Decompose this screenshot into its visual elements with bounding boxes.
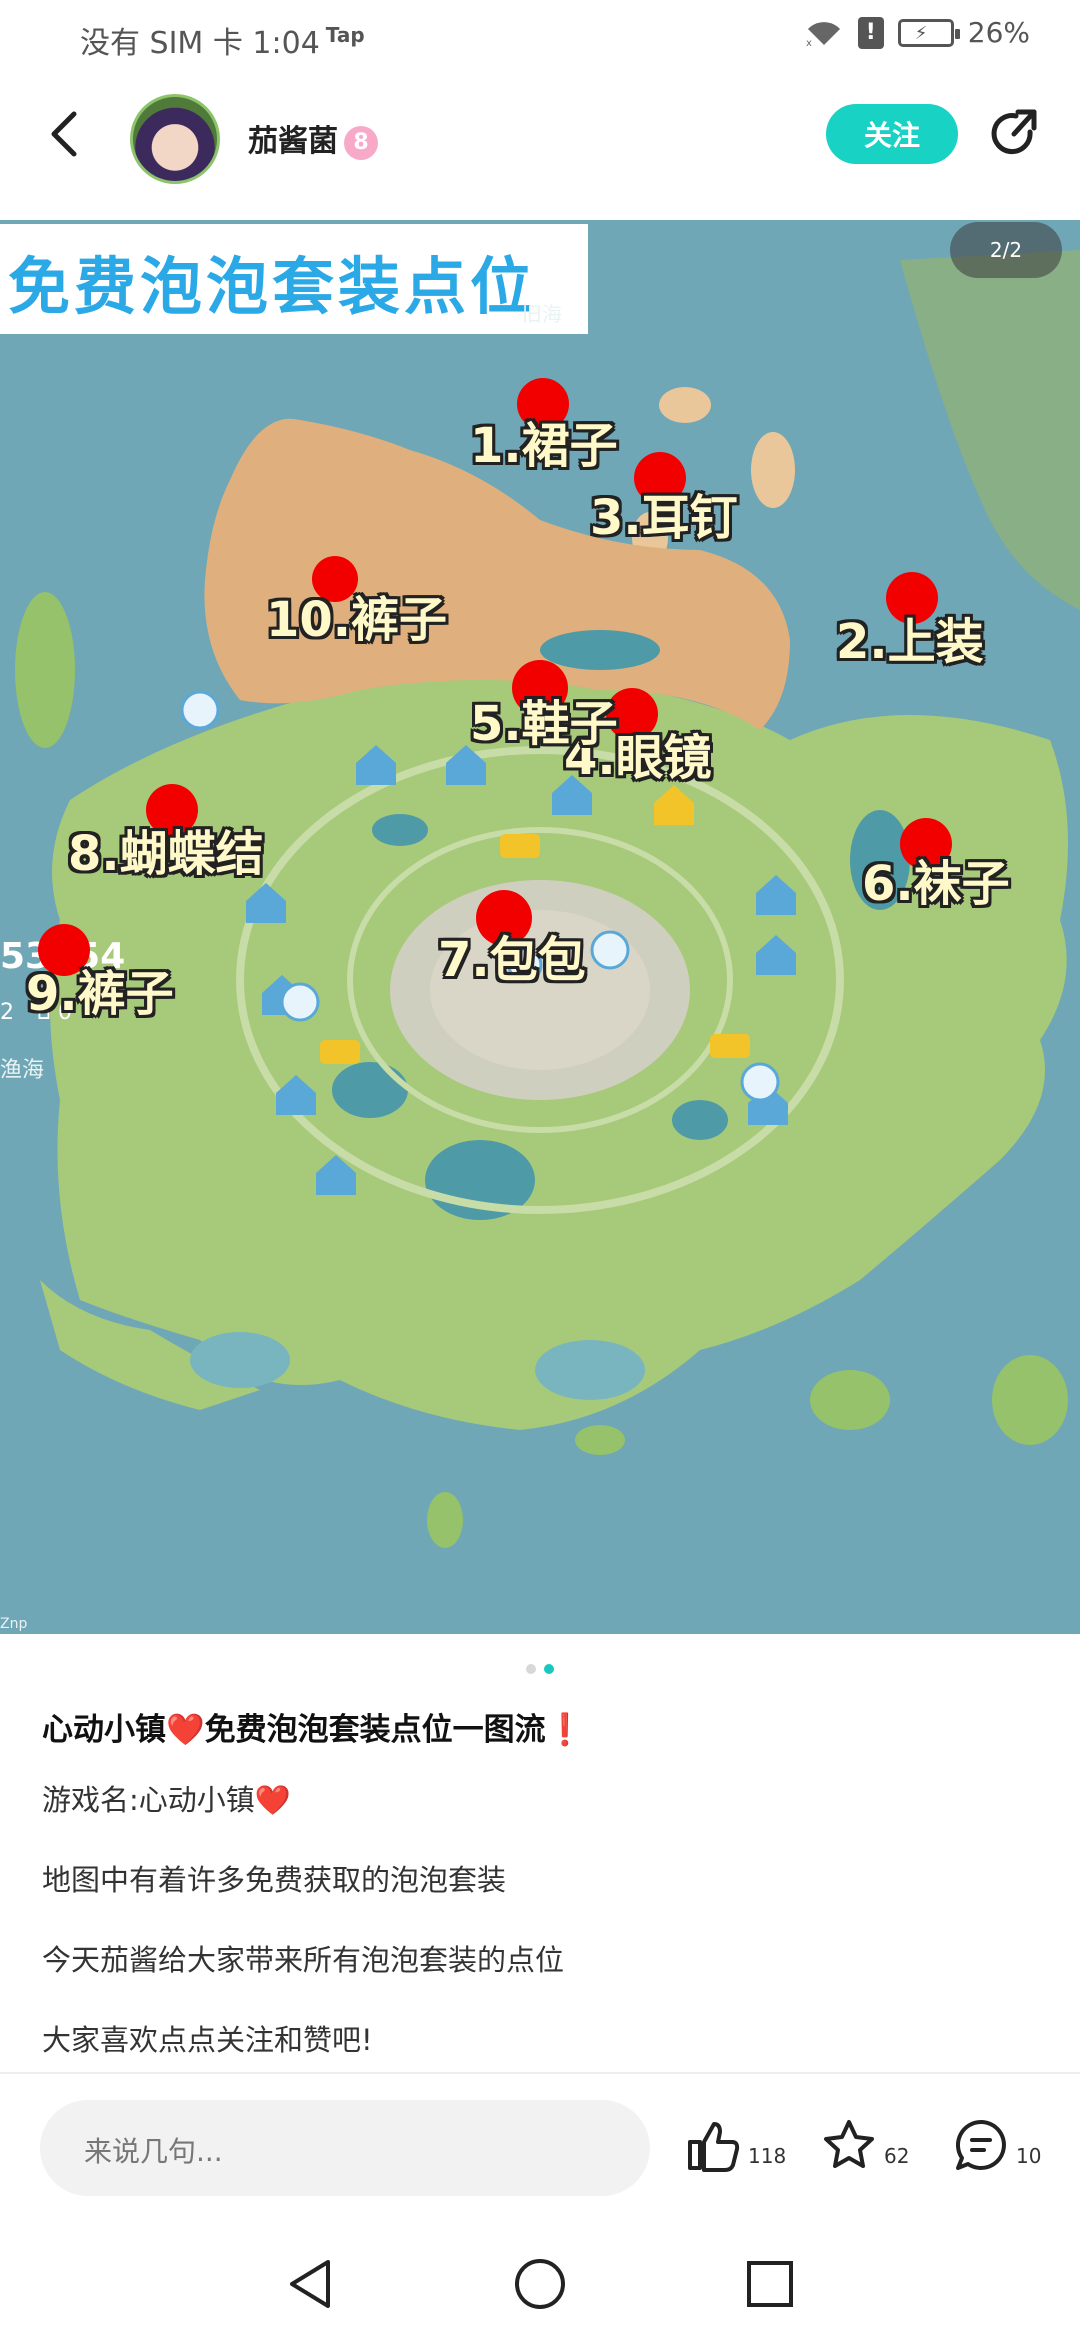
map-side-sub-a: 2: [0, 1000, 14, 1025]
post-title: 心动小镇❤️免费泡泡套装点位一图流❗: [42, 1712, 585, 1748]
marker-label: 1.裙子: [470, 418, 618, 474]
map-region-label: 旧海: [522, 302, 562, 326]
carousel-dots: [526, 1664, 554, 1674]
svg-text:x: x: [806, 38, 812, 47]
marker-label: 7.包包: [438, 932, 586, 988]
watermark-tag: Znp: [0, 1616, 28, 1632]
carousel-dot[interactable]: [526, 1664, 536, 1674]
avatar[interactable]: [130, 94, 220, 184]
comment-count: 10: [1016, 2144, 1042, 2168]
marker-label: 5.鞋子: [470, 696, 618, 752]
post-body: 心动小镇❤️免费泡泡套装点位一图流❗ 游戏名:心动小镇❤️ 地图中有着许多免费获…: [42, 1700, 1042, 2080]
alert-icon: !: [857, 16, 884, 49]
nav-back-icon[interactable]: [284, 2256, 338, 2312]
post-line: 地图中有着许多免费获取的泡泡套装: [42, 1863, 507, 1897]
nav-home-icon[interactable]: [512, 2256, 568, 2312]
comment-placeholder: 来说几句...: [84, 2135, 223, 2168]
carousel-dot-active[interactable]: [544, 1664, 554, 1674]
status-bar: 没有 SIM 卡 1:04 Tap x ! ⚡ 26%: [0, 0, 1080, 72]
marker-label: 6.袜子: [862, 856, 1010, 912]
system-nav-bar: [0, 2230, 1080, 2340]
status-left: 没有 SIM 卡 1:04 Tap: [80, 18, 365, 62]
comment-input[interactable]: 来说几句...: [40, 2100, 650, 2196]
marker-label: 8.蝴蝶结: [68, 826, 264, 882]
tap-badge: Tap: [325, 23, 365, 47]
thumbs-up-icon: [688, 2122, 740, 2172]
comment-bubble-icon: [956, 2119, 1006, 2170]
username-text: 茄酱菌: [248, 124, 338, 159]
post-header: 茄酱菌 8 关注: [0, 72, 1080, 220]
share-icon[interactable]: [986, 106, 1042, 162]
favorite-button[interactable]: 62: [820, 2116, 909, 2174]
carrier-text: 没有 SIM 卡: [80, 26, 243, 61]
map-title-banner: 免费泡泡套装点位: [0, 224, 588, 334]
marker-label: 2.上装: [836, 614, 984, 670]
post-line: 游戏名:心动小镇❤️: [42, 1783, 291, 1817]
post-line: 大家喜欢点点关注和赞吧!: [42, 2023, 373, 2057]
star-icon: [824, 2120, 874, 2168]
status-right: x ! ⚡ 26%: [804, 16, 1030, 49]
marker-label: 9.裤子: [26, 966, 174, 1022]
like-count: 118: [748, 2144, 787, 2168]
battery-percent: 26%: [967, 16, 1030, 49]
clock-text: 1:04: [252, 26, 320, 61]
level-badge: 8: [344, 125, 378, 160]
wifi-icon: x: [806, 21, 840, 47]
map-title-text: 免费泡泡套装点位: [8, 250, 537, 323]
comment-button[interactable]: 10: [952, 2116, 1041, 2174]
image-page-indicator: 2/2: [950, 222, 1062, 278]
follow-button[interactable]: 关注: [826, 104, 958, 164]
marker-label: 10.裤子: [266, 592, 448, 648]
like-button[interactable]: 118: [684, 2116, 786, 2174]
map-sea-label: 渔海: [0, 1058, 45, 1083]
author-name[interactable]: 茄酱菌 8: [248, 116, 378, 160]
battery-icon: ⚡: [897, 18, 960, 47]
post-image-map[interactable]: 免费泡泡套装点位 2/2 旧海 53354 2 ⌂ 0 渔海 Znp 1.裙子 …: [0, 220, 1080, 1634]
back-icon[interactable]: [40, 102, 92, 166]
divider: [0, 2072, 1080, 2074]
favorite-count: 62: [884, 2144, 910, 2168]
marker-label: 3.耳钉: [590, 490, 738, 546]
nav-recents-icon[interactable]: [744, 2258, 796, 2310]
post-line: 今天茄酱给大家带来所有泡泡套装的点位: [42, 1943, 565, 1977]
